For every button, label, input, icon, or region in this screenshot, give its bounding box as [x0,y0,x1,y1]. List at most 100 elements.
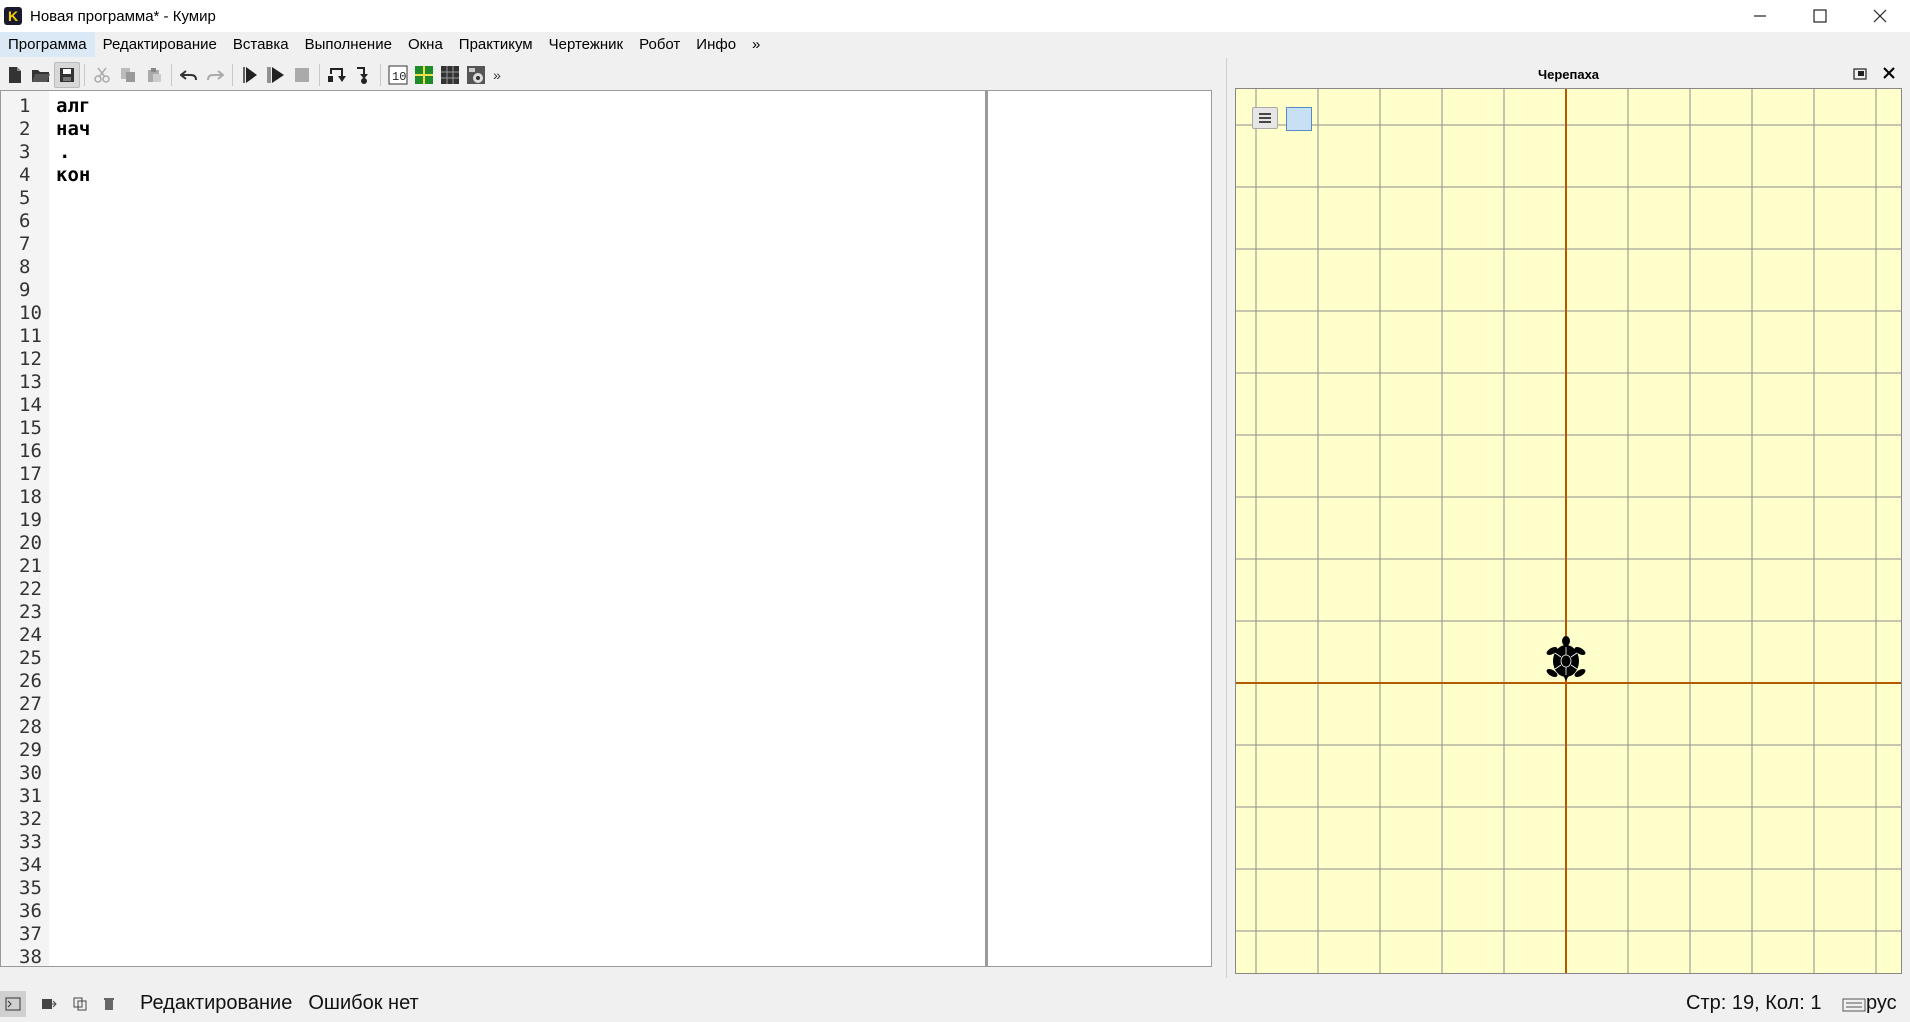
line-number: 20 [19,532,42,554]
margin-pane [986,90,1212,967]
turtle-canvas[interactable] [1235,88,1902,974]
step-over-icon[interactable] [324,62,350,88]
line-number: 21 [19,555,42,577]
line-number: 9 [19,279,31,301]
line-number: 29 [19,739,42,761]
minimize-button[interactable] [1730,0,1790,32]
paste-icon[interactable] [141,62,167,88]
toolbar-overflow-button[interactable]: » [489,62,505,88]
code-line[interactable]: нач [56,118,90,141]
close-window-button[interactable] [1850,0,1910,32]
close-icon [1873,9,1887,23]
window-title: Новая программа* - Кумир [30,7,216,25]
grid-green-icon[interactable] [411,62,437,88]
turtle-panel: Черепаха [1226,58,1910,978]
cut-icon[interactable] [89,62,115,88]
menu-run[interactable]: Выполнение [297,32,400,57]
close-icon [1883,67,1895,79]
line-number: 4 [19,164,31,186]
turtle-grid [1236,89,1901,973]
code-line[interactable]: кон [56,164,90,187]
status-cursor-position: Стр: 19, Кол: 1 [1686,992,1822,1014]
line-number: 14 [19,394,42,416]
app-logo-icon: K [4,7,22,25]
line-number: 28 [19,716,42,738]
save-icon[interactable] [54,62,80,88]
canvas-menu-button[interactable] [1252,107,1278,129]
minimize-icon [1754,15,1766,17]
line-number: 18 [19,486,42,508]
export-icon[interactable] [36,991,62,1017]
run-icon[interactable] [237,62,263,88]
new-file-icon[interactable] [2,62,28,88]
color-swatch-button[interactable] [1286,107,1312,131]
line-number: 17 [19,463,42,485]
line-number: 3 [19,141,31,163]
line-number: 34 [19,854,42,876]
step-into-icon[interactable] [350,62,376,88]
copy-output-icon[interactable] [68,991,94,1017]
title-bar: K Новая программа* - Кумир [0,0,1910,32]
line-number: 26 [19,670,42,692]
line-number: 31 [19,785,42,807]
copy-icon[interactable] [115,62,141,88]
menu-bar: Программа Редактирование Вставка Выполне… [0,32,1910,57]
line-number: 24 [19,624,42,646]
console-icon[interactable] [0,990,26,1017]
line-number: 25 [19,647,42,669]
menu-overflow[interactable]: » [744,32,768,57]
redo-icon[interactable] [202,62,228,88]
line-number: 30 [19,762,42,784]
code-line[interactable]: . [59,141,70,164]
undo-icon[interactable] [176,62,202,88]
numbers-icon[interactable]: 10 [385,62,411,88]
line-number: 23 [19,601,42,623]
line-number: 10 [19,302,42,324]
line-number: 22 [19,578,42,600]
run-steps-icon[interactable] [263,62,289,88]
line-number: 12 [19,348,42,370]
turtle-icon [1546,636,1586,681]
line-number: 27 [19,693,42,715]
line-number: 35 [19,877,42,899]
grid-dark-icon[interactable] [437,62,463,88]
close-panel-button[interactable] [1880,64,1898,82]
clear-output-icon[interactable] [96,991,122,1017]
line-number: 19 [19,509,42,531]
code-line[interactable]: алг [56,95,90,118]
menu-windows[interactable]: Окна [400,32,451,57]
menu-program[interactable]: Программа [0,32,95,57]
line-number: 2 [19,118,31,140]
status-errors: Ошибок нет [308,992,419,1014]
panel-splitter[interactable] [1212,58,1226,968]
menu-edit[interactable]: Редактирование [95,32,225,57]
menu-practicum[interactable]: Практикум [451,32,541,57]
menu-icon [1259,113,1271,123]
menu-draftsman[interactable]: Чертежник [541,32,632,57]
open-folder-icon[interactable] [28,62,54,88]
maximize-icon [1813,9,1827,23]
line-number: 15 [19,417,42,439]
line-number: 16 [19,440,42,462]
undock-button[interactable] [1852,66,1868,82]
turtle-panel-header: Черепаха [1227,58,1910,90]
line-number: 5 [19,187,31,209]
line-number: 38 [19,946,42,967]
turtle-panel-title: Черепаха [1537,66,1600,82]
line-number: 37 [19,923,42,945]
code-editor[interactable]: 1 2 3 4 5 6 7 8 9 10 11 12 13 14 15 16 17 18 19 20 21 22 23 24 2… [0,90,986,967]
menu-info[interactable]: Инфо [688,32,744,57]
line-number: 13 [19,371,42,393]
line-number: 6 [19,210,31,232]
line-number-gutter: 1 2 3 4 5 6 7 8 9 10 11 12 13 14 15 16 17 18 19 20 21 22 23 24 2… [1,91,49,966]
image-icon[interactable] [463,62,489,88]
toolbar-separator [171,64,172,86]
stop-icon[interactable] [289,62,315,88]
toolbar-separator [232,64,233,86]
menu-insert[interactable]: Вставка [225,32,297,57]
menu-robot[interactable]: Робот [631,32,688,57]
line-number: 32 [19,808,42,830]
svg-text:10: 10 [392,70,406,84]
status-language: рус [1866,992,1897,1014]
maximize-button[interactable] [1790,0,1850,32]
